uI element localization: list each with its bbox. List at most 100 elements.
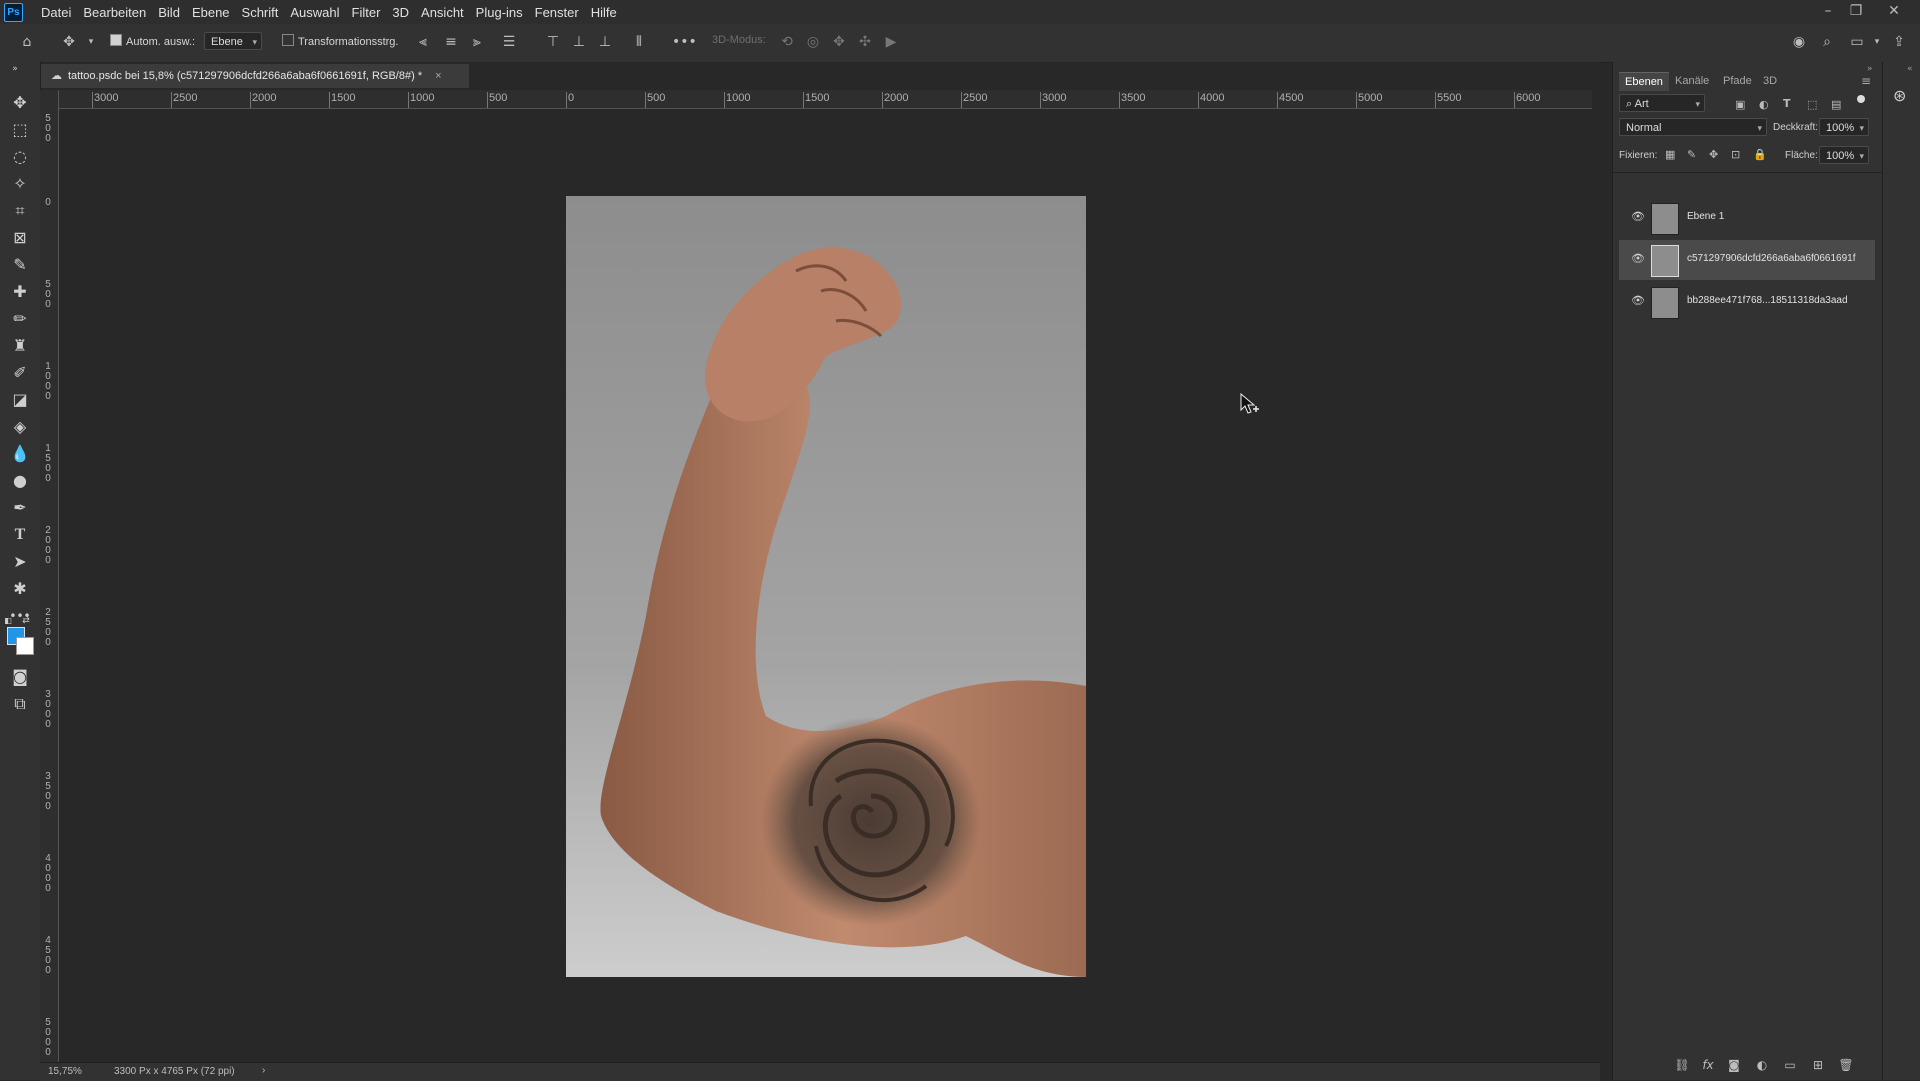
opacity-input[interactable]: 100% ▾ [1819,118,1869,136]
swap-colors-icon[interactable]: ⇄ [20,615,32,627]
filter-smart-object-icon[interactable]: ▤ [1831,98,1841,111]
chevron-down-icon[interactable]: ▾ [1868,33,1886,51]
menu-ansicht[interactable]: Ansicht [421,5,464,20]
menu-fenster[interactable]: Fenster [535,5,579,20]
more-options-icon[interactable]: ••• [672,33,697,51]
lock-transparent-icon[interactable]: ▦ [1665,148,1675,161]
collapse-dock-icon[interactable]: « [1907,64,1913,74]
layer-filter-dropdown[interactable]: ⌕ Art ▾ [1619,94,1705,112]
align-bottom-icon[interactable]: ⊥ [596,33,614,51]
align-left-icon[interactable]: ⫷ [414,33,432,51]
auto-select-checkbox[interactable]: Autom. ausw.: [110,34,195,48]
blur-tool-icon[interactable]: 💧 [9,443,31,465]
dodge-tool-icon[interactable]: ● [9,470,31,492]
lasso-tool-icon[interactable]: ◌ [9,146,31,168]
document-canvas[interactable] [566,196,1086,977]
document-tab[interactable]: ☁ tattoo.psdc bei 15,8% (c571297906dcfd26… [41,64,469,88]
menu-hilfe[interactable]: Hilfe [591,5,617,20]
frame-tool-icon[interactable]: ⊠ [9,227,31,249]
history-brush-tool-icon[interactable]: ✐ [9,362,31,384]
menu-bearbeiten[interactable]: Bearbeiten [83,5,146,20]
3d-roll-icon[interactable]: ◎ [804,33,822,51]
align-right-icon[interactable]: ⫸ [468,33,486,51]
share-icon[interactable]: ⇪ [1890,33,1908,51]
3d-camera-icon[interactable]: ▶ [882,33,900,51]
layer-row[interactable]: 👁 Ebene 1 [1619,198,1875,238]
transform-controls-checkbox[interactable]: Transformationsstrg. [282,34,398,48]
quick-mask-icon[interactable]: ◙ [9,666,31,688]
pen-tool-icon[interactable]: ✒ [9,497,31,519]
menu-datei[interactable]: Datei [41,5,71,20]
filter-toggle-icon[interactable] [1857,95,1865,103]
move-tool-preset-icon[interactable]: ✥ [60,33,78,51]
custom-shape-tool-icon[interactable]: ✱ [9,578,31,600]
menu-auswahl[interactable]: Auswahl [290,5,339,20]
visibility-eye-icon[interactable]: 👁 [1631,253,1645,264]
align-middle-icon[interactable]: ⊥ [570,33,588,51]
layer-row-selected[interactable]: 👁 c571297906dcfd266a6aba6f0661691f [1619,240,1875,280]
account-icon[interactable]: ◉ [1790,33,1808,51]
tab-pfade[interactable]: Pfade [1717,72,1758,90]
path-selection-tool-icon[interactable]: ➤ [9,551,31,573]
filter-adjustment-icon[interactable]: ◐ [1759,98,1769,111]
lock-artboard-icon[interactable]: ⊡ [1731,148,1740,161]
filter-pixel-icon[interactable]: ▣ [1735,98,1745,111]
collapse-toolbar-icon[interactable]: » [4,64,26,74]
clone-stamp-tool-icon[interactable]: ♜ [9,335,31,357]
3d-pan-icon[interactable]: ✥ [830,33,848,51]
chevron-down-icon[interactable]: ▾ [82,33,100,51]
tab-kanaele[interactable]: Kanäle [1669,72,1715,90]
distribute-icon[interactable]: ☰ [500,33,518,51]
menu-plugins[interactable]: Plug-ins [476,5,523,20]
zoom-level[interactable]: 15,75% [48,1066,82,1077]
align-top-icon[interactable]: ⊤ [544,33,562,51]
new-group-icon[interactable]: ▭ [1781,1058,1799,1074]
restore-icon[interactable]: ❐ [1846,3,1866,21]
workspace-icon[interactable]: ▭ [1848,33,1866,51]
layer-style-fx-icon[interactable]: fx [1699,1058,1717,1074]
photoshop-logo[interactable]: Ps [4,2,23,22]
home-icon[interactable]: ⌂ [18,33,36,51]
horizontal-ruler[interactable]: 3000 2500 2000 1500 1000 500 0 500 1000 … [58,90,1592,109]
filter-shape-icon[interactable]: ⬚ [1807,98,1817,111]
paint-bucket-tool-icon[interactable]: ◈ [9,416,31,438]
lock-image-icon[interactable]: ✎ [1687,148,1696,161]
blend-mode-dropdown[interactable]: Normal ▾ [1619,118,1767,136]
3d-slide-icon[interactable]: ✣ [856,33,874,51]
link-layers-icon[interactable]: ⛓ [1673,1058,1691,1074]
fill-input[interactable]: 100% ▾ [1819,146,1869,164]
ruler-origin[interactable] [40,90,59,109]
delete-layer-icon[interactable]: 🗑 [1837,1058,1855,1074]
background-color-swatch[interactable] [16,637,34,655]
layer-row[interactable]: 👁 bb288ee471f768...18511318da3aad [1619,282,1875,322]
new-adjustment-layer-icon[interactable]: ◐ [1753,1058,1771,1074]
brush-tool-icon[interactable]: ✏ [9,308,31,330]
minimize-icon[interactable]: – [1818,3,1838,21]
auto-select-target-dropdown[interactable]: Ebene ▾ [204,32,262,50]
screen-mode-icon[interactable]: ⧉ [9,693,31,715]
menu-filter[interactable]: Filter [352,5,381,20]
menu-schrift[interactable]: Schrift [242,5,279,20]
search-icon[interactable]: ⌕ [1818,33,1836,51]
move-tool-icon[interactable]: ✥ [9,92,31,114]
visibility-eye-icon[interactable]: 👁 [1631,295,1645,306]
status-menu-arrow-icon[interactable]: › [262,1065,265,1076]
tab-ebenen[interactable]: Ebenen [1619,72,1669,91]
eraser-tool-icon[interactable]: ◪ [9,389,31,411]
3d-orbit-icon[interactable]: ⟲ [778,33,796,51]
menu-bild[interactable]: Bild [158,5,180,20]
filter-type-icon[interactable]: T [1783,97,1791,110]
visibility-eye-icon[interactable]: 👁 [1631,211,1645,222]
learn-panel-icon[interactable]: ⊛ [1893,86,1906,105]
new-layer-icon[interactable]: ⊞ [1809,1058,1827,1074]
healing-brush-tool-icon[interactable]: ✚ [9,281,31,303]
menu-3d[interactable]: 3D [392,5,409,20]
lock-position-icon[interactable]: ✥ [1709,148,1718,161]
lock-all-icon[interactable]: 🔒 [1753,148,1767,161]
marquee-tool-icon[interactable]: ⬚ [9,119,31,141]
close-tab-icon[interactable]: × [435,70,441,82]
panel-menu-icon[interactable]: ≡ [1861,74,1871,88]
vertical-ruler[interactable]: 500 0 500 1000 1500 2000 2500 3000 3500 … [40,108,59,1062]
menu-ebene[interactable]: Ebene [192,5,230,20]
default-colors-icon[interactable]: ◧ [2,615,14,627]
